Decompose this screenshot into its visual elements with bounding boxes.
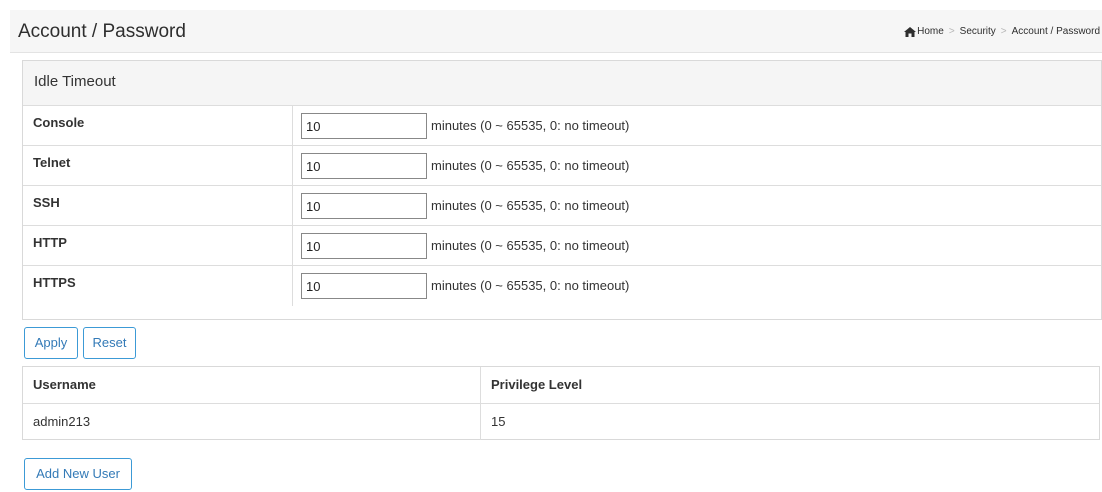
breadcrumb-account-password: Account / Password bbox=[1011, 26, 1100, 37]
username-cell: admin213 bbox=[23, 404, 481, 440]
telnet-timeout-hint: minutes (0 ~ 65535, 0: no timeout) bbox=[431, 158, 630, 173]
page: Account / Password Home > Security > Acc… bbox=[10, 10, 1102, 492]
page-header: Account / Password Home > Security > Acc… bbox=[10, 10, 1102, 53]
idle-timeout-heading: Idle Timeout bbox=[23, 61, 1101, 106]
breadcrumb-separator: > bbox=[1000, 26, 1007, 37]
breadcrumb: Home > Security > Account / Password bbox=[904, 26, 1100, 37]
idle-timeout-panel: Idle Timeout Console minutes (0 ~ 65535,… bbox=[22, 60, 1102, 320]
telnet-label: Telnet bbox=[23, 146, 293, 186]
http-timeout-input[interactable] bbox=[301, 233, 427, 259]
timeout-row-telnet: Telnet minutes (0 ~ 65535, 0: no timeout… bbox=[23, 146, 1101, 186]
table-header-row: Username Privilege Level bbox=[23, 367, 1099, 404]
add-new-user-button[interactable]: Add New User bbox=[24, 458, 132, 490]
timeout-row-https: HTTPS minutes (0 ~ 65535, 0: no timeout) bbox=[23, 266, 1101, 306]
telnet-timeout-input[interactable] bbox=[301, 153, 427, 179]
apply-button[interactable]: Apply bbox=[24, 327, 78, 359]
users-table: Username Privilege Level admin213 15 bbox=[22, 366, 1100, 440]
timeout-row-console: Console minutes (0 ~ 65535, 0: no timeou… bbox=[23, 106, 1101, 146]
table-row[interactable]: admin213 15 bbox=[23, 404, 1099, 441]
breadcrumb-separator: > bbox=[948, 26, 955, 37]
https-label: HTTPS bbox=[23, 266, 293, 306]
reset-button[interactable]: Reset bbox=[83, 327, 136, 359]
username-column-header: Username bbox=[23, 367, 481, 403]
privilege-level-cell: 15 bbox=[491, 414, 506, 429]
timeout-row-ssh: SSH minutes (0 ~ 65535, 0: no timeout) bbox=[23, 186, 1101, 226]
breadcrumb-security[interactable]: Security bbox=[960, 26, 996, 37]
console-timeout-hint: minutes (0 ~ 65535, 0: no timeout) bbox=[431, 118, 630, 133]
http-timeout-hint: minutes (0 ~ 65535, 0: no timeout) bbox=[431, 238, 630, 253]
console-label: Console bbox=[23, 106, 293, 146]
console-timeout-input[interactable] bbox=[301, 113, 427, 139]
http-label: HTTP bbox=[23, 226, 293, 266]
privilege-level-column-header: Privilege Level bbox=[491, 377, 583, 392]
ssh-timeout-input[interactable] bbox=[301, 193, 427, 219]
page-title: Account / Password bbox=[18, 21, 186, 42]
https-timeout-input[interactable] bbox=[301, 273, 427, 299]
timeout-row-http: HTTP minutes (0 ~ 65535, 0: no timeout) bbox=[23, 226, 1101, 266]
breadcrumb-home[interactable]: Home bbox=[917, 26, 944, 37]
https-timeout-hint: minutes (0 ~ 65535, 0: no timeout) bbox=[431, 278, 630, 293]
ssh-timeout-hint: minutes (0 ~ 65535, 0: no timeout) bbox=[431, 198, 630, 213]
ssh-label: SSH bbox=[23, 186, 293, 226]
home-icon[interactable] bbox=[904, 26, 917, 37]
